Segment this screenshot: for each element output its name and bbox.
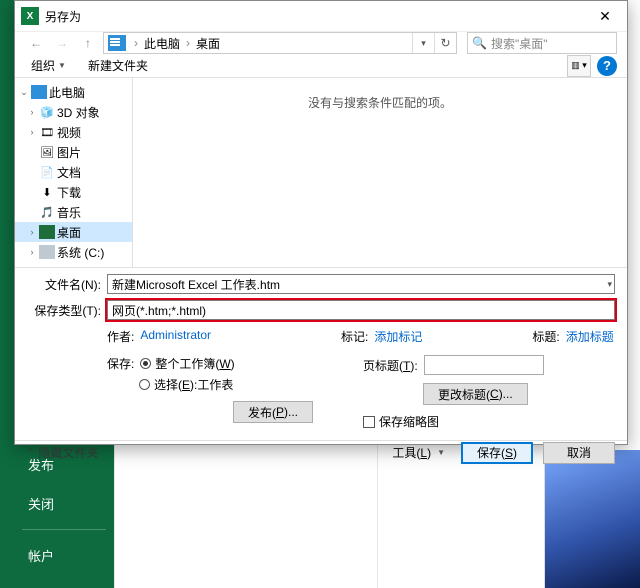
close-button[interactable]: ✕ (583, 1, 627, 31)
organize-button[interactable]: 组织▼ (25, 54, 72, 77)
address-bar[interactable]: › 此电脑 › 桌面 ▾ ↻ (103, 32, 457, 54)
tags-label: 标记: (341, 328, 368, 345)
save-thumbnail-label: 保存缩略图 (379, 413, 439, 430)
publish-button[interactable]: 发布(P)... (233, 401, 313, 423)
documents-icon: 📄 (39, 165, 55, 179)
this-pc-icon (31, 85, 47, 99)
tree-this-pc[interactable]: 此电脑 (49, 84, 85, 101)
background-image (544, 450, 640, 588)
tree-item[interactable]: 3D 对象 (57, 104, 100, 121)
search-placeholder: 搜索"桌面" (491, 35, 548, 52)
tree-item[interactable]: 文档 (57, 164, 81, 181)
search-icon: 🔍 (472, 36, 487, 50)
change-title-button[interactable]: 更改标题(C)... (423, 383, 528, 405)
filename-input[interactable]: 新建Microsoft Excel 工作表.htm▾ (107, 274, 615, 294)
save-scope-label: 保存: (107, 355, 134, 372)
dialog-title: 另存为 (45, 8, 583, 25)
addr-dropdown-icon[interactable]: ▾ (412, 33, 434, 53)
new-folder-button[interactable]: 新建文件夹 (82, 54, 154, 77)
videos-icon: 🎞 (39, 125, 55, 139)
breadcrumb-location[interactable]: 桌面 (194, 35, 222, 52)
nav-up-icon[interactable]: ↑ (77, 32, 99, 54)
tree-item[interactable]: 下载 (57, 184, 81, 201)
excel-icon: X (21, 7, 39, 25)
pictures-icon: 🖼 (39, 145, 55, 159)
nav-back-icon[interactable]: ← (25, 32, 47, 54)
tags-value[interactable]: 添加标记 (374, 328, 422, 345)
filename-label: 文件名(N): (27, 276, 101, 293)
author-value[interactable]: Administrator (140, 328, 211, 345)
savetype-combo[interactable]: 网页(*.htm;*.html)▾ (107, 300, 615, 320)
save-as-dialog: X 另存为 ✕ ← → ↑ › 此电脑 › 桌面 ▾ ↻ 🔍 搜索"桌面" (14, 0, 628, 445)
file-list: 没有与搜索条件匹配的项。 (133, 78, 627, 267)
tree-item[interactable]: 系统 (C:) (57, 244, 104, 261)
downloads-icon: ⬇ (39, 185, 55, 199)
help-icon[interactable]: ? (597, 56, 617, 76)
tree-item-desktop[interactable]: 桌面 (57, 224, 81, 241)
tree-item[interactable]: 音乐 (57, 204, 81, 221)
tree-item[interactable]: 视频 (57, 124, 81, 141)
this-pc-icon (108, 35, 126, 51)
page-title-input[interactable] (424, 355, 544, 375)
tools-button[interactable]: 工具(L)▼ (386, 441, 451, 464)
desktop-icon (39, 225, 55, 239)
save-thumbnail-checkbox[interactable] (363, 416, 375, 428)
drive-icon (39, 245, 55, 259)
search-input[interactable]: 🔍 搜索"桌面" (467, 32, 617, 54)
tree-item[interactable]: 图片 (57, 144, 81, 161)
savetype-label: 保存类型(T): (27, 302, 101, 319)
3d-objects-icon: 🧊 (39, 105, 55, 119)
folder-tree[interactable]: ⌄此电脑 ›🧊3D 对象 ›🎞视频 🖼图片 📄文档 ⬇下载 🎵音乐 ›桌面 ›系… (15, 78, 133, 267)
page-title-label: 页标题(T): (363, 357, 418, 374)
refresh-icon[interactable]: ↻ (434, 33, 456, 53)
music-icon: 🎵 (39, 205, 55, 219)
save-button[interactable]: 保存(S) (461, 442, 533, 464)
app-sidebar-account[interactable]: 帐户 (14, 536, 114, 575)
view-options-button[interactable]: ▥ ▾ (567, 55, 591, 77)
radio-whole-workbook[interactable] (140, 358, 151, 369)
nav-forward-icon[interactable]: → (51, 32, 73, 54)
title-label: 标题: (532, 328, 559, 345)
radio-selection[interactable] (139, 379, 150, 390)
empty-message: 没有与搜索条件匹配的项。 (308, 94, 452, 111)
app-sidebar-close[interactable]: 关闭 (14, 484, 114, 523)
cancel-button[interactable]: 取消 (543, 442, 615, 464)
title-value[interactable]: 添加标题 (566, 328, 614, 345)
breadcrumb-root[interactable]: 此电脑 (142, 35, 182, 52)
hide-folders-toggle[interactable]: ⌃隐藏文件夹 (27, 444, 99, 461)
author-label: 作者: (107, 328, 134, 345)
